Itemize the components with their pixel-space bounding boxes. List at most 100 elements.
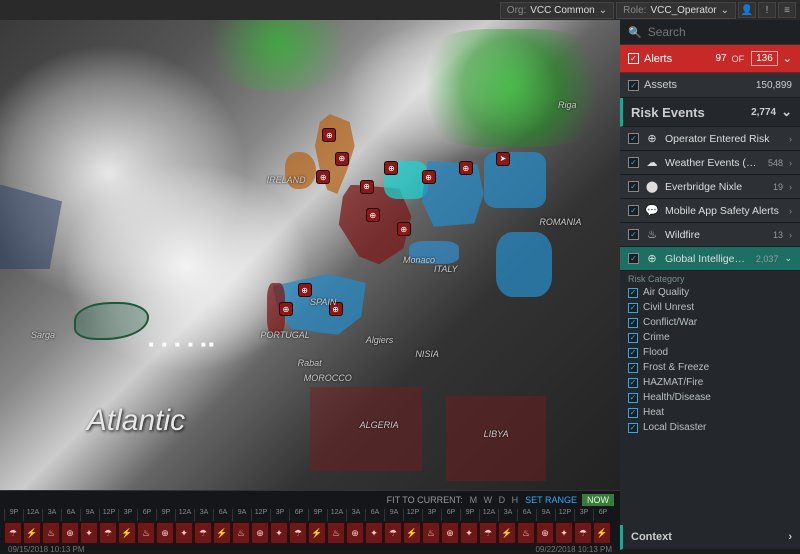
map-marker[interactable]: ⊕ <box>366 208 380 222</box>
fit-day[interactable]: D <box>499 495 506 505</box>
fit-week[interactable]: W <box>484 495 493 505</box>
timeline-event-cell[interactable]: ⚡ <box>403 522 421 544</box>
timeline-event-cell[interactable]: ✦ <box>80 522 98 544</box>
map-marker[interactable]: ➤ <box>496 152 510 166</box>
map-marker[interactable]: ⊕ <box>335 152 349 166</box>
timeline-event-cell[interactable]: ☂ <box>99 522 117 544</box>
checkbox-icon[interactable] <box>628 53 639 64</box>
risk-category-item[interactable]: Crime <box>620 330 800 345</box>
risk-category-item[interactable]: Air Quality <box>620 285 800 300</box>
fit-hour[interactable]: H <box>512 495 519 505</box>
timeline-event-cell[interactable]: ⊕ <box>441 522 459 544</box>
timeline-event-cell[interactable]: ⊕ <box>536 522 554 544</box>
timeline-event-cell[interactable]: ☂ <box>479 522 497 544</box>
menu-icon[interactable]: ≡ <box>778 2 796 18</box>
search-input[interactable] <box>648 25 800 39</box>
map-marker[interactable]: ⊕ <box>459 161 473 175</box>
timeline-event-cell[interactable]: ✦ <box>175 522 193 544</box>
risk-item[interactable]: ☁Weather Events (US)548› <box>620 151 800 175</box>
now-button[interactable]: NOW <box>582 494 614 506</box>
checkbox-icon[interactable] <box>628 333 638 343</box>
timeline-event-cell[interactable]: ⚡ <box>308 522 326 544</box>
checkbox-icon[interactable] <box>628 318 638 328</box>
risk-category-item[interactable]: Heat <box>620 405 800 420</box>
timeline-event-cell[interactable]: ♨ <box>327 522 345 544</box>
map-marker[interactable]: ⊕ <box>298 283 312 297</box>
risk-item-label: Operator Entered Risk <box>665 133 783 145</box>
org-selector[interactable]: Org: VCC Common ⌄ <box>500 2 614 19</box>
timeline-event-cell[interactable]: ☂ <box>384 522 402 544</box>
timeline-event-cell[interactable]: ☂ <box>289 522 307 544</box>
timeline-event-cell[interactable]: ♨ <box>517 522 535 544</box>
checkbox-icon[interactable] <box>628 253 639 264</box>
map-marker[interactable]: ⊕ <box>279 302 293 316</box>
checkbox-icon[interactable] <box>628 229 639 240</box>
checkbox-icon[interactable] <box>628 303 638 313</box>
map-marker[interactable]: ⊕ <box>397 222 411 236</box>
section-context[interactable]: Context › <box>620 525 800 550</box>
map-marker[interactable]: ⊕ <box>422 170 436 184</box>
timeline-event-cell[interactable]: ✦ <box>555 522 573 544</box>
section-risk-events[interactable]: Risk Events 2,774 ⌄ <box>620 98 800 127</box>
timeline-event-cell[interactable]: ✦ <box>460 522 478 544</box>
timeline-event-cell[interactable]: ☂ <box>4 522 22 544</box>
map-canvas[interactable]: ■ ■ ■ ■ ■■ ⊕ ⊕ ⊕ ⊕ ⊕ ⊕ ⊕ ➤ ⊕ ⊕ ⊕ ⊕ ⊕ IRE… <box>0 20 620 490</box>
map-marker[interactable]: ⊕ <box>384 161 398 175</box>
region-balkans[interactable] <box>496 232 552 298</box>
checkbox-icon[interactable] <box>628 205 639 216</box>
set-range-button[interactable]: SET RANGE <box>525 495 577 505</box>
checkbox-icon[interactable] <box>628 393 638 403</box>
timeline-event-cell[interactable]: ✦ <box>365 522 383 544</box>
timeline-event-cell[interactable]: ♨ <box>422 522 440 544</box>
timeline-event-cell[interactable]: ♨ <box>42 522 60 544</box>
timeline-event-cell[interactable]: ⚡ <box>498 522 516 544</box>
checkbox-icon[interactable] <box>628 157 639 168</box>
section-alerts[interactable]: Alerts 97 OF 136 ⌄ <box>620 45 800 73</box>
timeline-event-cell[interactable]: ☂ <box>194 522 212 544</box>
risk-item-label: Wildfire <box>665 229 767 241</box>
map-marker[interactable]: ⊕ <box>360 180 374 194</box>
risk-item[interactable]: ♨Wildfire13› <box>620 223 800 247</box>
risk-category-item[interactable]: Local Disaster <box>620 420 800 435</box>
risk-category-item[interactable]: Civil Unrest <box>620 300 800 315</box>
checkbox-icon[interactable] <box>628 423 638 433</box>
section-assets[interactable]: Assets 150,899 <box>620 73 800 98</box>
search-row[interactable]: 🔍 <box>620 20 800 45</box>
risk-item[interactable]: ⊕Operator Entered Risk› <box>620 127 800 151</box>
checkbox-icon[interactable] <box>628 378 638 388</box>
map-marker[interactable]: ⊕ <box>322 128 336 142</box>
timeline-event-cell[interactable]: ⚡ <box>118 522 136 544</box>
risk-category-item[interactable]: Health/Disease <box>620 390 800 405</box>
user-icon[interactable]: 👤 <box>738 2 756 18</box>
timeline-event-cell[interactable]: ⊕ <box>346 522 364 544</box>
checkbox-icon[interactable] <box>628 363 638 373</box>
timeline-event-cell[interactable]: ⚡ <box>213 522 231 544</box>
risk-category-item[interactable]: Conflict/War <box>620 315 800 330</box>
timeline-event-cell[interactable]: ⚡ <box>23 522 41 544</box>
risk-category-item[interactable]: HAZMAT/Fire <box>620 375 800 390</box>
map-marker[interactable]: ⊕ <box>316 170 330 184</box>
timeline-event-cell[interactable]: ⊕ <box>251 522 269 544</box>
timeline-event-cell[interactable]: ⚡ <box>593 522 611 544</box>
risk-item[interactable]: ⊕Global Intelligence Op...2,037⌄ <box>620 247 800 271</box>
risk-item[interactable]: 💬Mobile App Safety Alerts› <box>620 199 800 223</box>
checkbox-icon[interactable] <box>628 181 639 192</box>
alert-icon[interactable]: ! <box>758 2 776 18</box>
checkbox-icon[interactable] <box>628 348 638 358</box>
checkbox-icon[interactable] <box>628 408 638 418</box>
timeline-event-cell[interactable]: ☂ <box>574 522 592 544</box>
timeline-event-cell[interactable]: ♨ <box>232 522 250 544</box>
checkbox-icon[interactable] <box>628 133 639 144</box>
timeline-event-cell[interactable]: ♨ <box>137 522 155 544</box>
fit-month[interactable]: M <box>470 495 478 505</box>
role-selector[interactable]: Role: VCC_Operator ⌄ <box>616 2 736 19</box>
risk-category-item[interactable]: Frost & Freeze <box>620 360 800 375</box>
timeline-event-cell[interactable]: ⊕ <box>61 522 79 544</box>
checkbox-icon[interactable] <box>628 288 638 298</box>
region-poland[interactable] <box>484 152 546 208</box>
risk-category-item[interactable]: Flood <box>620 345 800 360</box>
timeline-event-cell[interactable]: ✦ <box>270 522 288 544</box>
risk-item[interactable]: ⬤Everbridge Nixle19› <box>620 175 800 199</box>
timeline-event-cell[interactable]: ⊕ <box>156 522 174 544</box>
checkbox-icon[interactable] <box>628 80 639 91</box>
